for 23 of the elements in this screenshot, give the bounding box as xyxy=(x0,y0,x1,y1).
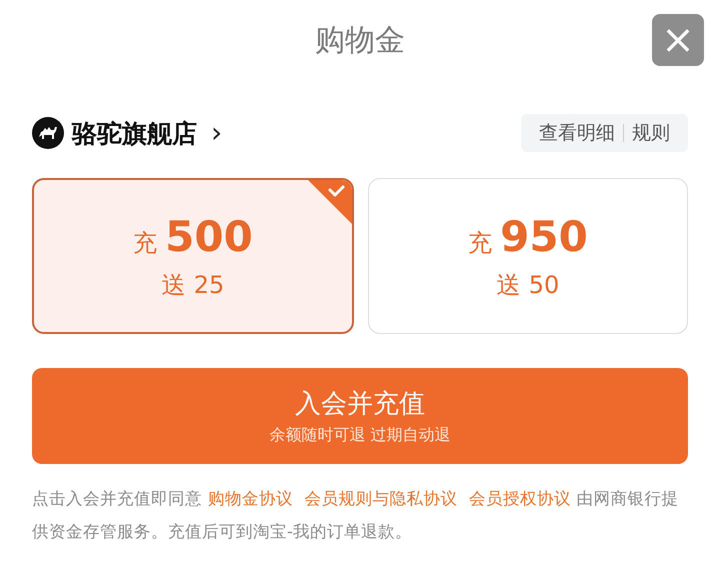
agreement-text: 点击入会并充值即同意 购物金协议 会员规则与隐私协议 会员授权协议 由网商银行提供资金存管服务。充值后可到淘宝-我的订单退款。 xyxy=(32,488,680,543)
dialog-title: 购物金 xyxy=(315,22,405,60)
store-name[interactable]: 骆驼旗舰店 xyxy=(72,116,197,150)
agreement-link[interactable]: 会员规则与隐私协议 xyxy=(304,489,458,508)
recharge-amount: 500 xyxy=(165,212,253,260)
bonus-amount: 50 xyxy=(528,270,560,298)
bonus-label: 送 xyxy=(162,270,186,300)
recharge-label: 充 xyxy=(468,228,492,258)
camel-logo-icon xyxy=(32,117,64,149)
recharge-option[interactable]: 充 500 送 25 xyxy=(32,178,354,334)
agreement-link[interactable]: 会员授权协议 xyxy=(468,489,571,508)
close-button[interactable]: × xyxy=(652,14,704,66)
header-link[interactable]: 规则 xyxy=(624,120,678,146)
chevron-icon[interactable]: › xyxy=(211,119,222,147)
join-and-recharge-button[interactable]: 入会并充值 余额随时可退 过期自动退 xyxy=(32,368,688,464)
bonus-amount: 25 xyxy=(194,270,224,298)
recharge-option[interactable]: 充 950 送 50 xyxy=(368,178,688,334)
recharge-amount: 950 xyxy=(500,212,588,260)
recharge-label: 充 xyxy=(133,228,158,258)
bonus-label: 送 xyxy=(496,270,521,300)
agreement-link[interactable]: 购物金协议 xyxy=(208,489,293,508)
check-corner-icon xyxy=(308,180,352,224)
header-link[interactable]: 查看明细 xyxy=(531,120,623,146)
